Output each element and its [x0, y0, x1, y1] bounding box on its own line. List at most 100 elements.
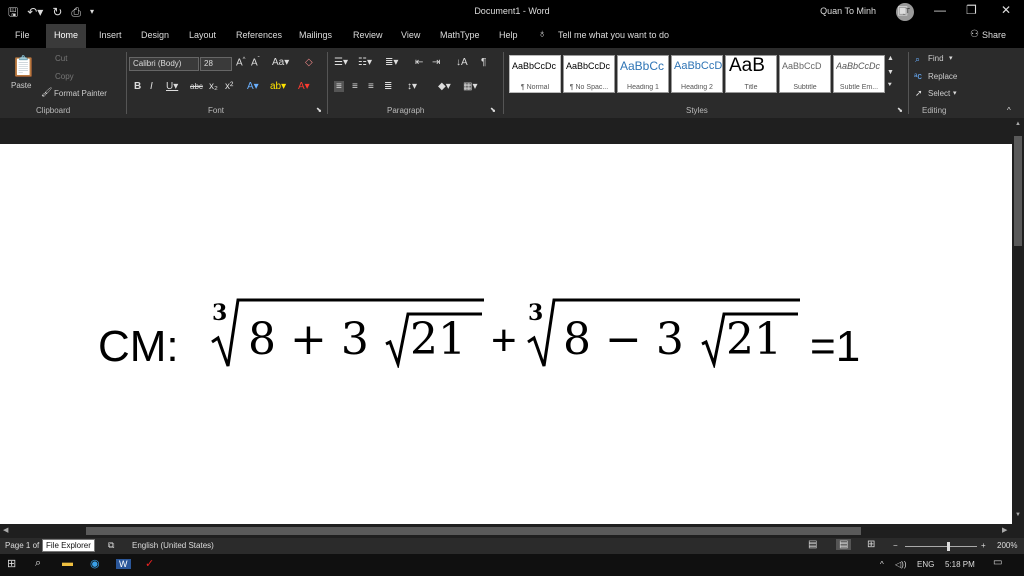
- tab-help[interactable]: Help: [499, 30, 518, 40]
- text-effects-icon[interactable]: A▾: [247, 81, 259, 92]
- tab-mathtype[interactable]: MathType: [440, 30, 480, 40]
- borders-icon[interactable]: ▦▾: [463, 81, 477, 92]
- highlight-icon[interactable]: ab▾: [270, 81, 286, 92]
- align-center-icon[interactable]: ≡: [352, 81, 358, 92]
- tab-review[interactable]: Review: [353, 30, 383, 40]
- volume-icon[interactable]: ◁)): [895, 560, 906, 569]
- zoom-slider-thumb[interactable]: [947, 542, 950, 551]
- scroll-right-icon[interactable]: ▶: [1002, 526, 1007, 534]
- windows-start-icon[interactable]: ⊞: [7, 557, 16, 570]
- underline-icon[interactable]: U▾: [166, 81, 178, 92]
- horizontal-scrollbar[interactable]: ◀ ▶: [0, 524, 1024, 538]
- clear-formatting-icon[interactable]: ◇: [305, 57, 313, 68]
- paste-icon[interactable]: 📋: [11, 54, 36, 79]
- sort-icon[interactable]: ↓A: [456, 57, 468, 68]
- page-count[interactable]: Page 1 of: [5, 541, 39, 550]
- styles-more-icon[interactable]: ⯆: [887, 82, 893, 90]
- numbering-icon[interactable]: ☷▾: [358, 57, 372, 68]
- notifications-icon[interactable]: ▭: [993, 557, 1002, 568]
- decrease-indent-icon[interactable]: ⇤: [415, 57, 423, 68]
- zoom-slider[interactable]: [905, 546, 977, 547]
- paragraph-dialog-launcher-icon[interactable]: ⬊: [490, 106, 496, 114]
- change-case-icon[interactable]: Aa▾: [272, 57, 289, 68]
- style-title[interactable]: AaB Title: [725, 55, 777, 93]
- style-subtitle[interactable]: AaBbCcD Subtitle: [779, 55, 831, 93]
- horizontal-scroll-thumb[interactable]: [86, 527, 861, 535]
- tab-design[interactable]: Design: [141, 30, 169, 40]
- italic-icon[interactable]: I: [150, 81, 153, 92]
- select-button[interactable]: Select: [928, 89, 950, 98]
- chevron-up-icon[interactable]: ^: [880, 560, 884, 569]
- increase-indent-icon[interactable]: ⇥: [432, 57, 440, 68]
- font-color-icon[interactable]: A▾: [298, 81, 310, 92]
- vertical-scrollbar[interactable]: ▲ ▼: [1012, 118, 1024, 524]
- align-left-icon[interactable]: ≡: [334, 81, 344, 92]
- copy-button[interactable]: Copy: [55, 72, 74, 81]
- search-icon[interactable]: ⌕: [35, 557, 41, 570]
- language-indicator[interactable]: English (United States): [132, 541, 214, 550]
- close-icon[interactable]: ✕: [1001, 3, 1011, 17]
- tab-insert[interactable]: Insert: [99, 30, 122, 40]
- find-button[interactable]: Find: [928, 54, 944, 63]
- minimize-icon[interactable]: —: [934, 3, 946, 17]
- bullets-icon[interactable]: ☰▾: [334, 57, 348, 68]
- superscript-icon[interactable]: x²: [225, 81, 233, 92]
- word-icon[interactable]: W: [116, 559, 131, 569]
- grow-font-icon[interactable]: A^: [236, 57, 246, 68]
- tab-view[interactable]: View: [401, 30, 420, 40]
- tab-home[interactable]: Home: [46, 24, 87, 48]
- proofing-icon[interactable]: ⧉: [108, 540, 114, 551]
- scroll-up-icon[interactable]: ▲: [1015, 121, 1021, 127]
- file-explorer-icon[interactable]: ▬: [62, 557, 73, 569]
- style-heading-1[interactable]: AaBbCc Heading 1: [617, 55, 669, 93]
- justify-icon[interactable]: ≣: [384, 81, 392, 92]
- restore-icon[interactable]: ❐: [966, 3, 977, 17]
- format-painter-button[interactable]: Format Painter: [54, 89, 107, 98]
- bold-icon[interactable]: B: [134, 81, 141, 92]
- style-preview: AaBbCcDc: [512, 61, 557, 71]
- shrink-font-icon[interactable]: Aˇ: [251, 57, 260, 68]
- styles-scroll-up-icon[interactable]: ▲: [887, 55, 894, 62]
- print-layout-icon[interactable]: ▤: [836, 539, 852, 550]
- line-spacing-icon[interactable]: ↕▾: [407, 81, 417, 92]
- collapse-ribbon-icon[interactable]: ^: [1007, 106, 1011, 115]
- paste-button[interactable]: Paste: [11, 81, 31, 90]
- zoom-in-icon[interactable]: +: [981, 541, 986, 550]
- style-subtle-emphasis[interactable]: AaBbCcDc Subtle Em...: [833, 55, 885, 93]
- style-normal[interactable]: AaBbCcDc ¶ Normal: [509, 55, 561, 93]
- show-formatting-icon[interactable]: ¶: [481, 57, 486, 68]
- ribbon-display-icon[interactable]: ▣: [897, 3, 908, 17]
- tell-me-search[interactable]: Tell me what you want to do: [558, 30, 669, 40]
- clock[interactable]: 5:18 PM: [945, 560, 975, 569]
- zoom-out-icon[interactable]: −: [893, 541, 898, 550]
- user-name[interactable]: Quan To Minh: [820, 6, 876, 16]
- strikethrough-icon[interactable]: abc: [190, 82, 203, 91]
- multilevel-list-icon[interactable]: ≣▾: [385, 57, 398, 68]
- font-size-box[interactable]: 28: [200, 57, 232, 71]
- focus-mode-icon[interactable]: ▤: [808, 539, 817, 550]
- mathtype-icon[interactable]: ✓: [145, 557, 154, 570]
- style-heading-2[interactable]: AaBbCcD Heading 2: [671, 55, 723, 93]
- tab-file[interactable]: File: [15, 30, 30, 40]
- tab-references[interactable]: References: [236, 30, 282, 40]
- styles-scroll-down-icon[interactable]: ▼: [887, 69, 894, 76]
- cut-button[interactable]: Cut: [55, 54, 67, 63]
- scroll-down-icon[interactable]: ▼: [1015, 512, 1021, 518]
- web-layout-icon[interactable]: ⊞: [867, 539, 875, 550]
- tab-layout[interactable]: Layout: [189, 30, 216, 40]
- shading-icon[interactable]: ◆▾: [438, 81, 451, 92]
- tab-mailings[interactable]: Mailings: [299, 30, 332, 40]
- align-right-icon[interactable]: ≡: [368, 81, 374, 92]
- font-name-box[interactable]: Calibri (Body): [129, 57, 199, 71]
- style-no-spacing[interactable]: AaBbCcDc ¶ No Spac...: [563, 55, 615, 93]
- edge-icon[interactable]: ◉: [90, 557, 100, 570]
- subscript-icon[interactable]: x₂: [209, 81, 218, 92]
- font-dialog-launcher-icon[interactable]: ⬊: [316, 106, 322, 114]
- styles-dialog-launcher-icon[interactable]: ⬊: [897, 106, 903, 114]
- scroll-left-icon[interactable]: ◀: [3, 526, 8, 534]
- zoom-level[interactable]: 200%: [997, 541, 1017, 550]
- replace-button[interactable]: Replace: [928, 72, 957, 81]
- share-button[interactable]: Share: [982, 30, 1006, 40]
- vertical-scroll-thumb[interactable]: [1014, 136, 1022, 246]
- input-language[interactable]: ENG: [917, 560, 934, 569]
